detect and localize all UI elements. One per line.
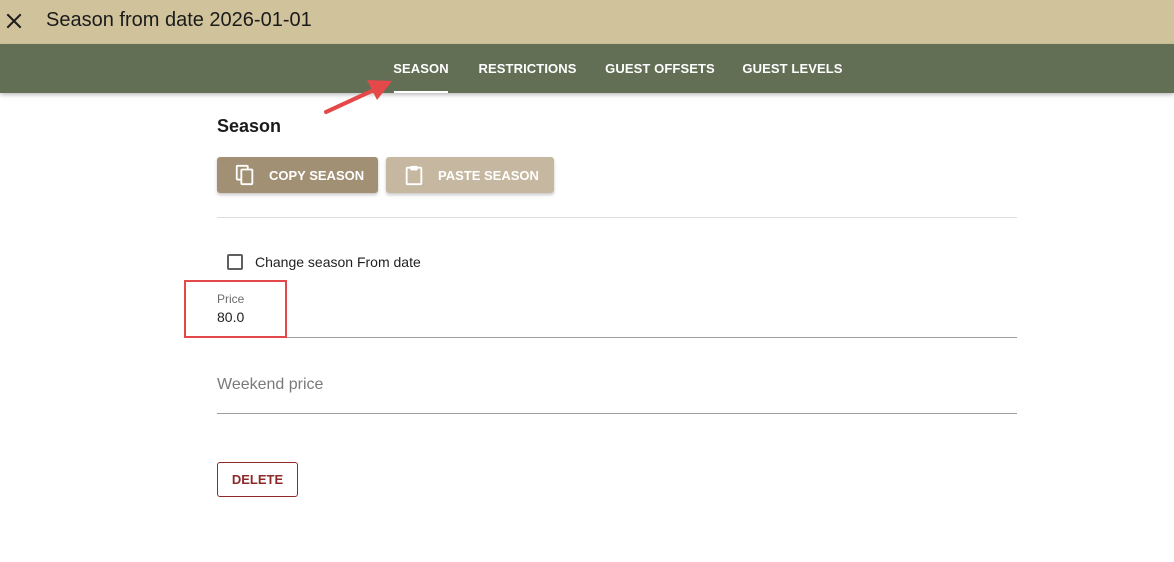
- section-title: Season: [217, 116, 282, 136]
- close-icon: [6, 13, 22, 29]
- price-underline: [217, 337, 1017, 338]
- divider: [217, 217, 1017, 218]
- change-from-date-row[interactable]: Change season From date: [227, 252, 421, 272]
- page-title: Season from date 2026-01-01: [46, 9, 312, 31]
- tab-bar: SEASON RESTRICTIONS GUEST OFFSETS GUEST …: [0, 44, 1174, 93]
- tab-restrictions[interactable]: RESTRICTIONS: [479, 44, 577, 93]
- paste-season-button[interactable]: PASTE SEASON: [386, 157, 554, 193]
- clipboard-icon: [402, 163, 426, 187]
- tab-guest-levels[interactable]: GUEST LEVELS: [742, 44, 842, 93]
- title-bar: Season from date 2026-01-01: [0, 0, 1174, 44]
- paste-season-label: PASTE SEASON: [438, 167, 539, 183]
- weekend-price-input[interactable]: Weekend price: [217, 376, 323, 394]
- copy-season-button[interactable]: COPY SEASON: [217, 157, 378, 193]
- copy-season-label: COPY SEASON: [269, 167, 365, 183]
- copy-icon: [233, 163, 257, 187]
- delete-button[interactable]: DELETE: [217, 462, 298, 497]
- weekend-price-underline: [217, 413, 1017, 414]
- tab-season[interactable]: SEASON: [393, 44, 449, 93]
- price-highlight-annotation: [184, 280, 287, 338]
- change-from-date-checkbox[interactable]: [227, 254, 243, 270]
- tab-guest-offsets[interactable]: GUEST OFFSETS: [605, 44, 715, 93]
- close-button[interactable]: [4, 7, 24, 35]
- change-from-date-label: Change season From date: [255, 254, 421, 270]
